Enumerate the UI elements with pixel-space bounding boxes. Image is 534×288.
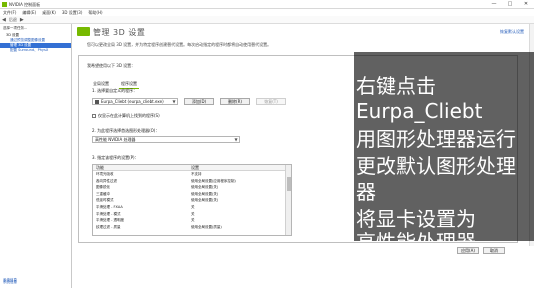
feature-setting[interactable]: 关: [188, 211, 283, 218]
add-program-button[interactable]: 添加(D): [184, 98, 214, 105]
back-icon[interactable]: ◀: [2, 16, 6, 24]
program-select-value: Eurpa_Cliebt (eurpa_cliebt.exe): [101, 99, 164, 104]
close-icon[interactable]: ✕: [522, 1, 530, 7]
show-found-programs-checkbox[interactable]: [92, 114, 96, 118]
sidebar-item-surround[interactable]: 配置 Surround、PhysX: [0, 48, 71, 53]
feature-setting[interactable]: 关: [188, 204, 283, 211]
maximize-icon[interactable]: □: [506, 1, 514, 7]
show-found-programs-label: 仅显示在此计算机上找到的程序(S): [98, 113, 160, 118]
gpu-select-value: 高性能 NVIDIA 处理器: [95, 136, 136, 142]
feature-setting[interactable]: 使用全局设置(质量): [188, 224, 283, 231]
back-label[interactable]: 后退: [9, 17, 17, 23]
feature-setting[interactable]: 使用全局设置(关): [188, 197, 283, 204]
feature-name: 环境光吸收: [96, 172, 114, 176]
minimize-icon[interactable]: —: [490, 1, 498, 7]
apply-button[interactable]: 应用(A): [457, 247, 479, 254]
feature-setting[interactable]: 不支持: [188, 171, 283, 178]
window-title: NVIDIA 控制面板: [9, 2, 41, 7]
forward-icon[interactable]: ▶: [20, 16, 24, 24]
settings-table: 功能 设置 环境光吸收 不支持 各向异性过滤 使用全局设置(应用程序控制) 图像锐化…: [92, 164, 292, 236]
overlay-line: Eurpa_Cliebt: [356, 99, 483, 123]
cancel-button[interactable]: 取消: [483, 247, 505, 254]
feature-name: 三重缓冲: [96, 191, 110, 196]
feature-setting[interactable]: 使用全局设置(关): [188, 184, 283, 191]
menu-bar: 文件(F) 编辑(E) 桌面(K) 3D 设置(3) 帮助(H): [0, 9, 534, 16]
table-row[interactable]: 平滑处理 - FXAA 关: [93, 204, 291, 211]
nvidia-app-icon: [2, 2, 7, 7]
table-scrollbar[interactable]: [285, 165, 291, 235]
table-row[interactable]: 平滑处理 - 透明度 关: [93, 217, 291, 224]
feature-setting[interactable]: 使用全局设置(关): [188, 191, 283, 198]
program-settings-label: 3. 指定该程序的设置(P)：: [92, 155, 139, 160]
feature-column-header: 功能: [96, 165, 104, 170]
menu-edit[interactable]: 编辑(E): [22, 9, 36, 16]
remove-program-button[interactable]: 删除(R): [220, 98, 250, 105]
page-title: 管理 3D 设置: [93, 28, 146, 37]
overlay-line: 器: [356, 180, 376, 204]
overlay-line: 高性能处理器: [356, 230, 476, 241]
title-bar: NVIDIA 控制面板 — □ ✕: [0, 0, 534, 9]
table-row[interactable]: 三重缓冲 使用全局设置(关): [93, 191, 291, 198]
page-description: 您可以更改全局 3D 设置，并为特定程序创建替代设置。每次启动指定的程序时都将自…: [87, 42, 272, 47]
table-scrollbar-thumb[interactable]: [287, 177, 291, 191]
program-select[interactable]: Eurpa_Cliebt (eurpa_cliebt.exe) ▼: [92, 98, 178, 105]
table-row[interactable]: 环境光吸收 不支持: [93, 171, 291, 178]
chevron-down-icon: ▼: [234, 137, 238, 142]
menu-desktop[interactable]: 桌面(K): [42, 9, 56, 16]
window-controls: — □ ✕: [490, 1, 530, 7]
feature-name: 平滑处理 - 透明度: [96, 218, 124, 223]
setting-column-header: 设置: [191, 165, 199, 170]
overlay-line: 更改默认图形处理: [356, 154, 516, 178]
tutorial-overlay: 右键点击 Eurpa_Cliebt 用图形处理器运行 更改默认图形处理 器 将显…: [354, 52, 534, 241]
menu-3d-settings[interactable]: 3D 设置(3): [62, 9, 83, 16]
overlay-line: 将显卡设置为: [356, 207, 476, 231]
table-row[interactable]: 各向异性过滤 使用全局设置(应用程序控制): [93, 178, 291, 185]
task-sidebar: 选择一项任务... 3D 设置 通过预览调整图像设置 管理 3D 设置 配置 S…: [0, 24, 72, 288]
feature-name: 平滑处理 - 模式: [96, 211, 121, 216]
feature-name: 低延时模式: [96, 198, 114, 203]
table-row[interactable]: 纹理过滤 - 质量 使用全局设置(质量): [93, 224, 291, 231]
restore-program-button[interactable]: 恢复(T): [256, 98, 286, 105]
panel-label: 我希望使用以下 3D 设置：: [87, 63, 136, 68]
program-icon: [95, 99, 99, 104]
feature-name: 图像锐化: [96, 185, 110, 190]
system-info-bottom-link[interactable]: 系统信息: [3, 278, 17, 283]
select-program-label: 1. 选择要自定义的程序：: [92, 88, 138, 93]
chevron-down-icon: ▼: [172, 99, 176, 104]
toolbar: ◀ 后退 ▶: [0, 16, 534, 24]
menu-help[interactable]: 帮助(H): [88, 9, 102, 16]
restore-defaults-link[interactable]: 恢复默认设置: [500, 29, 524, 35]
feature-setting[interactable]: 关: [188, 217, 283, 224]
overlay-line: 用图形处理器运行: [356, 127, 516, 151]
bottom-bar: 应用(A) 取消: [73, 246, 534, 288]
gpu-select[interactable]: 高性能 NVIDIA 处理器 ▼: [92, 136, 240, 143]
feature-name: 各向异性过滤: [96, 178, 117, 183]
feature-name: 平滑处理 - FXAA: [96, 204, 123, 209]
show-found-programs-row[interactable]: 仅显示在此计算机上找到的程序(S): [92, 113, 160, 119]
sidebar-heading: 选择一项任务...: [3, 26, 28, 30]
feature-name: 纹理过滤 - 质量: [96, 224, 121, 229]
nvidia-logo: [77, 27, 90, 36]
table-row[interactable]: 平滑处理 - 模式 关: [93, 211, 291, 218]
overlay-line: 右键点击: [356, 74, 436, 98]
feature-setting[interactable]: 使用全局设置(应用程序控制): [188, 178, 283, 185]
table-row[interactable]: 图像锐化 使用全局设置(关): [93, 184, 291, 191]
table-row[interactable]: 低延时模式 使用全局设置(关): [93, 197, 291, 204]
select-gpu-label: 2. 为此程序选择首选图形处理器(O)：: [92, 128, 160, 133]
page-header: 管理 3D 设置 恢复默认设置: [73, 24, 534, 39]
